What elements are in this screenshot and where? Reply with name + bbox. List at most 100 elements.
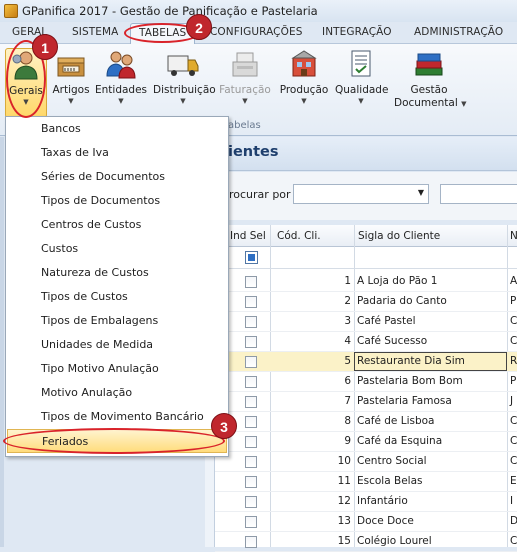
artigos-button[interactable]: Artigos ▼: [51, 48, 91, 105]
table-row[interactable]: 4 Café Sucesso C: [215, 332, 517, 352]
table-row[interactable]: 15 Colégio Lourel C: [215, 532, 517, 552]
faturacao-label: Faturação: [219, 84, 271, 96]
tab-sistema[interactable]: SISTEMA: [72, 26, 118, 38]
table-row[interactable]: 9 Café da Esquina C: [215, 432, 517, 452]
books-icon: [412, 48, 446, 80]
menu-item[interactable]: Bancos: [7, 117, 227, 141]
documental-label: Documental ▼: [394, 97, 467, 110]
column-ind-sel[interactable]: Ind Sel: [230, 230, 266, 242]
client-name-partial: C: [510, 315, 517, 327]
people-icon: [104, 48, 138, 80]
column-cod-cli[interactable]: Cód. Cli.: [277, 230, 321, 242]
row-checkbox[interactable]: [245, 316, 257, 328]
documental-text: Documental: [394, 97, 458, 109]
table-row[interactable]: 5 Restaurante Dia Sim R: [215, 352, 517, 372]
select-all-checkbox[interactable]: [245, 251, 258, 264]
distribuicao-label: Distribuição: [153, 84, 216, 96]
row-checkbox[interactable]: [245, 476, 257, 488]
chevron-down-icon: ▼: [461, 100, 467, 108]
chevron-down-icon: ▼: [118, 97, 124, 105]
column-nome[interactable]: N: [510, 230, 517, 242]
client-code: 9: [344, 435, 351, 447]
chevron-down-icon: ▼: [180, 97, 186, 105]
window-title: GPanifica 2017 - Gestão de Panificação e…: [22, 4, 318, 18]
faturacao-button[interactable]: Faturação ▼: [218, 48, 272, 105]
client-code: 3: [344, 315, 351, 327]
client-code: 13: [337, 515, 351, 527]
menu-item[interactable]: Tipos de Documentos: [7, 189, 227, 213]
truck-icon: [166, 48, 200, 80]
menu-item[interactable]: Natureza de Custos: [7, 261, 227, 285]
client-name-partial: C: [510, 455, 517, 467]
client-code: 11: [337, 475, 351, 487]
table-row[interactable]: 13 Doce Doce D: [215, 512, 517, 532]
row-checkbox[interactable]: [245, 516, 257, 528]
client-code: 2: [344, 295, 351, 307]
chevron-down-icon: ▼: [417, 188, 424, 197]
row-checkbox[interactable]: [245, 376, 257, 388]
row-checkbox[interactable]: [245, 356, 257, 368]
entidades-button[interactable]: Entidades ▼: [95, 48, 147, 105]
gerais-dropdown-menu: Bancos Taxas de Iva Séries de Documentos Ti…: [5, 116, 229, 457]
menu-item[interactable]: Feriados: [7, 429, 227, 453]
tab-integracao[interactable]: INTEGRAÇÃO: [322, 26, 392, 38]
client-name-partial: C: [510, 535, 517, 547]
client-code: 7: [344, 395, 351, 407]
table-row[interactable]: 6 Pastelaria Bom Bom P: [215, 372, 517, 392]
client-name-partial: A: [510, 275, 517, 287]
table-row[interactable]: 2 Padaria do Canto P: [215, 292, 517, 312]
annotation-badge-1: 1: [32, 34, 58, 60]
menu-item[interactable]: Unidades de Medida: [7, 333, 227, 357]
client-name-partial: E: [510, 475, 517, 487]
tab-configuracoes[interactable]: CONFIGURAÇÕES: [210, 26, 302, 38]
client-code: 15: [337, 535, 351, 547]
annotation-badge-3: 3: [211, 413, 237, 439]
menu-item[interactable]: Séries de Documentos: [7, 165, 227, 189]
client-sigla: Café Sucesso: [357, 335, 428, 347]
producao-label: Produção: [279, 84, 329, 96]
row-checkbox[interactable]: [245, 436, 257, 448]
tab-administracao[interactable]: ADMINISTRAÇÃO: [414, 26, 503, 38]
menu-item[interactable]: Taxas de Iva: [7, 141, 227, 165]
table-row[interactable]: 10 Centro Social C: [215, 452, 517, 472]
client-name-partial: R: [510, 355, 517, 367]
table-row[interactable]: 1 A Loja do Pão 1 A: [215, 272, 517, 292]
client-name-partial: I: [510, 495, 514, 507]
row-checkbox[interactable]: [245, 336, 257, 348]
row-checkbox[interactable]: [245, 416, 257, 428]
distribuicao-button[interactable]: Distribuição ▼: [153, 48, 216, 105]
table-row[interactable]: 12 Infantário I: [215, 492, 517, 512]
menu-item[interactable]: Tipos de Embalagens: [7, 309, 227, 333]
menu-item[interactable]: Motivo Anulação: [7, 381, 227, 405]
client-code: 12: [337, 495, 351, 507]
row-checkbox[interactable]: [245, 456, 257, 468]
table-row[interactable]: 7 Pastelaria Famosa J: [215, 392, 517, 412]
row-checkbox[interactable]: [245, 396, 257, 408]
client-code: 10: [337, 455, 351, 467]
filter-row: [215, 247, 517, 269]
gestao-documental-button[interactable]: Gestão Documental ▼: [394, 48, 467, 110]
menu-item[interactable]: Tipos de Movimento Bancário: [7, 405, 227, 429]
table-row[interactable]: 8 Café de Lisboa C: [215, 412, 517, 432]
search-field-select[interactable]: ▼: [293, 184, 429, 204]
gerais-label: Gerais: [9, 85, 43, 97]
client-sigla: Café da Esquina: [357, 435, 443, 447]
search-input[interactable]: [440, 184, 517, 204]
ribbon-group-label: abelas: [228, 120, 261, 131]
table-row[interactable]: 3 Café Pastel C: [215, 312, 517, 332]
row-checkbox[interactable]: [245, 276, 257, 288]
row-checkbox[interactable]: [245, 296, 257, 308]
chevron-down-icon: ▼: [358, 97, 364, 105]
producao-button[interactable]: Produção ▼: [279, 48, 329, 105]
menu-item[interactable]: Custos: [7, 237, 227, 261]
menu-item[interactable]: Tipo Motivo Anulação: [7, 357, 227, 381]
row-checkbox[interactable]: [245, 536, 257, 548]
menu-item[interactable]: Centros de Custos: [7, 213, 227, 237]
row-checkbox[interactable]: [245, 496, 257, 508]
column-sigla[interactable]: Sigla do Cliente: [358, 230, 440, 242]
client-code: 8: [344, 415, 351, 427]
menu-item[interactable]: Tipos de Custos: [7, 285, 227, 309]
qualidade-button[interactable]: Qualidade ▼: [335, 48, 388, 105]
table-row[interactable]: 11 Escola Belas E: [215, 472, 517, 492]
client-sigla: Padaria do Canto: [357, 295, 447, 307]
